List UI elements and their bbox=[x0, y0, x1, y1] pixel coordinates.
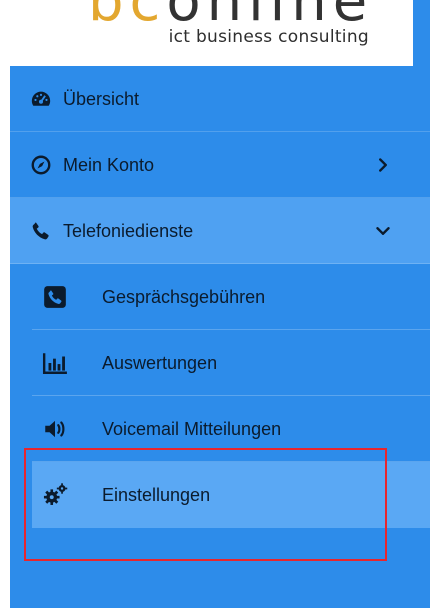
cogs-icon bbox=[43, 483, 68, 505]
bar-chart-icon bbox=[42, 353, 67, 374]
subnav-item-auswertungen[interactable]: Auswertungen bbox=[32, 330, 430, 396]
volume-icon bbox=[45, 420, 65, 438]
phone-icon bbox=[32, 222, 49, 240]
nav-item-mein-konto[interactable]: Mein Konto bbox=[10, 132, 430, 198]
logo[interactable]: bconline ict business consulting bbox=[10, 0, 413, 66]
phone-square-icon bbox=[44, 286, 66, 308]
nav-item-label: Übersicht bbox=[63, 89, 140, 109]
logo-tagline: ict business consulting bbox=[168, 27, 369, 47]
subnav-item-gespraechsgebuehren[interactable]: Gesprächsgebühren bbox=[32, 264, 430, 330]
subnav-item-label: Einstellungen bbox=[102, 485, 211, 505]
subnav-item-label: Gesprächsgebühren bbox=[102, 287, 266, 307]
subnav-item-label: Auswertungen bbox=[102, 353, 218, 373]
nav-menu: Übersicht Mein Konto Telefoniedienste Ge… bbox=[10, 66, 430, 528]
nav-item-label: Mein Konto bbox=[63, 155, 155, 175]
dashboard-icon bbox=[31, 91, 51, 106]
nav-item-label: Telefoniedienste bbox=[63, 221, 194, 241]
nav-item-uebersicht[interactable]: Übersicht bbox=[10, 66, 430, 132]
chevron-down-icon bbox=[376, 227, 390, 235]
logo-mark: bconline bbox=[88, 0, 374, 34]
subnav-item-label: Voicemail Mitteilungen bbox=[102, 419, 282, 439]
sidebar: bconline ict business consulting Übersic… bbox=[10, 0, 430, 608]
subnav-item-voicemail[interactable]: Voicemail Mitteilungen bbox=[32, 396, 430, 462]
compass-icon bbox=[31, 155, 51, 175]
subnav-item-einstellungen[interactable]: Einstellungen bbox=[32, 462, 430, 528]
chevron-right-icon bbox=[379, 158, 387, 172]
nav-item-telefoniedienste[interactable]: Telefoniedienste bbox=[10, 198, 430, 264]
